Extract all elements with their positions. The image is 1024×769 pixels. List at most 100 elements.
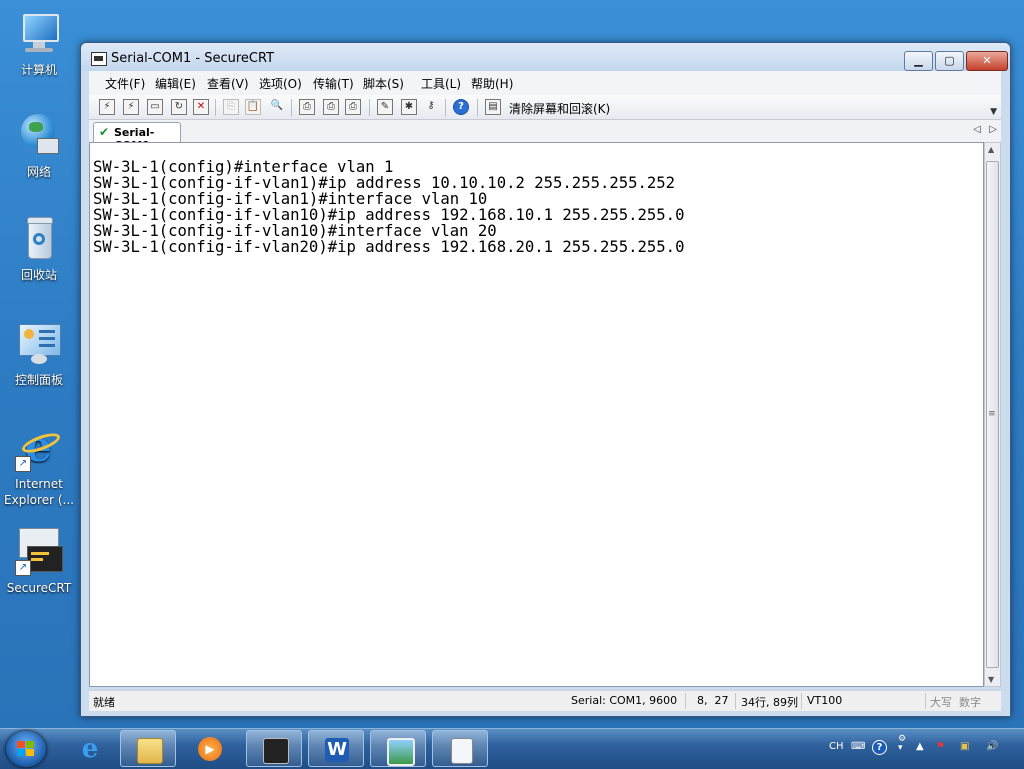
desktop-icon-internet-explorer[interactable]: e ↗ Internet Explorer (... [4, 424, 74, 508]
internet-explorer-icon: e ↗ [15, 424, 63, 472]
minimize-button[interactable]: ▁ [904, 51, 933, 71]
desktop-icon-recycle-bin[interactable]: 回收站 [4, 215, 74, 283]
taskbar-securecrt[interactable] [246, 730, 302, 767]
connect-in-tab-icon[interactable]: ▭ [147, 99, 163, 115]
scrollbar-grip-icon: ≡ [988, 409, 996, 419]
terminal-line: SW-3L-1(config)#interface vlan 1 [93, 158, 394, 176]
document-icon [451, 738, 473, 764]
toolbar-overflow-icon[interactable]: ▼ [990, 107, 997, 117]
app-window-icon[interactable] [91, 52, 107, 66]
word-icon: W [325, 738, 349, 762]
maximize-button[interactable]: ▢ [935, 51, 964, 71]
terminal-line: SW-3L-1(config-if-vlan1)#interface vlan … [93, 190, 488, 208]
network-icon [15, 112, 63, 160]
print-screen-icon[interactable]: ⎙ [299, 99, 315, 115]
input-settings-icon[interactable]: ⚙ ▾ [898, 735, 906, 753]
session-tab-bar: ✔ Serial-COM1 ◁ ▷ [89, 120, 1001, 152]
media-player-icon: ▶ [198, 737, 222, 761]
scroll-up-icon[interactable]: ▲ [988, 145, 994, 154]
menu-edit[interactable]: 编辑(E) [155, 75, 196, 92]
terminal-output: SW-3L-1(config)#interface vlan 1 SW-3L-1(… [93, 159, 684, 255]
disconnect-icon[interactable]: ✕ [193, 99, 209, 115]
status-serial: Serial: COM1, 9600 [571, 694, 678, 707]
taskbar: e ▶ W CH ⌨ ? ⚙ ▾ ▲ ⚑ ▣ 🔊 [0, 728, 1024, 769]
menu-tools[interactable]: 工具(L) [421, 75, 461, 92]
input-language-indicator[interactable]: CH [829, 741, 844, 752]
action-center-flag-icon[interactable]: ⚑ [936, 741, 945, 752]
window-title: Serial-COM1 - SecureCRT [111, 51, 275, 66]
picture-viewer-icon [387, 738, 415, 766]
taskbar-internet-explorer[interactable]: e [62, 730, 118, 767]
quick-connect-icon[interactable]: ⚡ [123, 99, 139, 115]
toolbar-separator [477, 99, 478, 116]
desktop-icon-label: 回收站 [20, 268, 57, 282]
help-tray-icon[interactable]: ? [872, 740, 887, 755]
global-options-icon[interactable]: ✱ [401, 99, 417, 115]
copy-icon[interactable]: ⎘ [223, 99, 239, 115]
menu-view[interactable]: 查看(V) [207, 75, 249, 92]
desktop-icon-label: 网络 [26, 165, 51, 179]
securecrt-icon [263, 738, 289, 764]
securecrt-window: Serial-COM1 - SecureCRT ▁ ▢ ✕ 文件(F) 编辑(E… [80, 42, 1011, 717]
desktop-icon-securecrt[interactable]: ↗ SecureCRT [4, 528, 74, 596]
help-icon[interactable]: ? [453, 99, 469, 115]
connect-icon[interactable]: ⚡ [99, 99, 115, 115]
terminal-line: SW-3L-1(config-if-vlan20)#ip address 192… [93, 238, 685, 256]
taskbar-explorer[interactable] [120, 730, 176, 767]
menu-file[interactable]: 文件(F) [105, 75, 145, 92]
windows-logo-icon [17, 741, 35, 757]
terminal-line: SW-3L-1(config-if-vlan1)#ip address 10.1… [93, 174, 676, 192]
menu-script[interactable]: 脚本(S) [363, 75, 404, 92]
menu-bar: 文件(F) 编辑(E) 查看(V) 选项(O) 传输(T) 脚本(S) 工具(L… [89, 71, 1001, 95]
print-selection-icon[interactable]: ⎙ [323, 99, 339, 115]
shortcut-arrow-icon: ↗ [15, 456, 31, 472]
taskbar-media-player[interactable]: ▶ [182, 730, 238, 767]
desktop-icon-control-panel[interactable]: 控制面板 [4, 320, 74, 388]
keymap-icon[interactable]: ⚷ [423, 99, 439, 115]
status-separator [685, 693, 686, 709]
network-tray-icon[interactable]: ▣ [960, 741, 969, 752]
desktop-icon-label: 计算机 [20, 63, 57, 77]
close-button[interactable]: ✕ [966, 51, 1008, 71]
session-options-icon[interactable]: ✎ [377, 99, 393, 115]
folder-icon [137, 738, 163, 764]
status-separator [735, 693, 736, 709]
keyboard-icon[interactable]: ⌨ [851, 741, 865, 752]
tab-scroll-right-icon[interactable]: ▷ [989, 124, 997, 135]
toolbar-separator [291, 99, 292, 116]
computer-icon [15, 10, 63, 58]
menu-options[interactable]: 选项(O) [259, 75, 302, 92]
terminal-screen[interactable]: SW-3L-1(config)#interface vlan 1 SW-3L-1(… [89, 142, 984, 687]
toolbar-separator [445, 99, 446, 116]
status-caps: 大写 [930, 696, 952, 709]
vertical-scrollbar[interactable]: ▲ ≡ ▼ [984, 142, 1001, 687]
title-bar[interactable]: Serial-COM1 - SecureCRT ▁ ▢ ✕ [81, 43, 1010, 71]
menu-transfer[interactable]: 传输(T) [313, 75, 354, 92]
status-cursor: 8, 27 [697, 694, 729, 707]
status-emulation: VT100 [807, 694, 843, 707]
scroll-down-icon[interactable]: ▼ [988, 675, 994, 684]
reconnect-icon[interactable]: ↻ [171, 99, 187, 115]
toolbar-separator [369, 99, 370, 116]
tab-serial-com1[interactable]: ✔ Serial-COM1 [93, 122, 181, 152]
toolbar-separator [215, 99, 216, 116]
recycle-bin-icon [15, 215, 63, 263]
print-icon[interactable]: ⎙ [345, 99, 361, 115]
clear-screen-button[interactable]: 清除屏幕和回滚(K) [509, 100, 610, 117]
taskbar-picture-viewer[interactable] [370, 730, 426, 767]
menu-help[interactable]: 帮助(H) [471, 75, 513, 92]
show-hidden-icons-icon[interactable]: ▲ [916, 741, 924, 752]
taskbar-document[interactable] [432, 730, 488, 767]
terminal-line: SW-3L-1(config-if-vlan10)#interface vlan… [93, 222, 497, 240]
tab-scroll-left-icon[interactable]: ◁ [973, 124, 981, 135]
desktop-icon-network[interactable]: 网络 [4, 112, 74, 180]
connected-check-icon: ✔ [99, 125, 110, 139]
find-icon[interactable]: 🔍 [269, 99, 285, 115]
paste-icon[interactable]: 📋 [245, 99, 261, 115]
clear-screen-icon[interactable]: ▤ [485, 99, 501, 115]
taskbar-word[interactable]: W [308, 730, 364, 767]
volume-icon[interactable]: 🔊 [986, 741, 998, 752]
start-button[interactable] [6, 731, 46, 767]
control-panel-icon [15, 320, 63, 368]
desktop-icon-computer[interactable]: 计算机 [4, 10, 74, 78]
